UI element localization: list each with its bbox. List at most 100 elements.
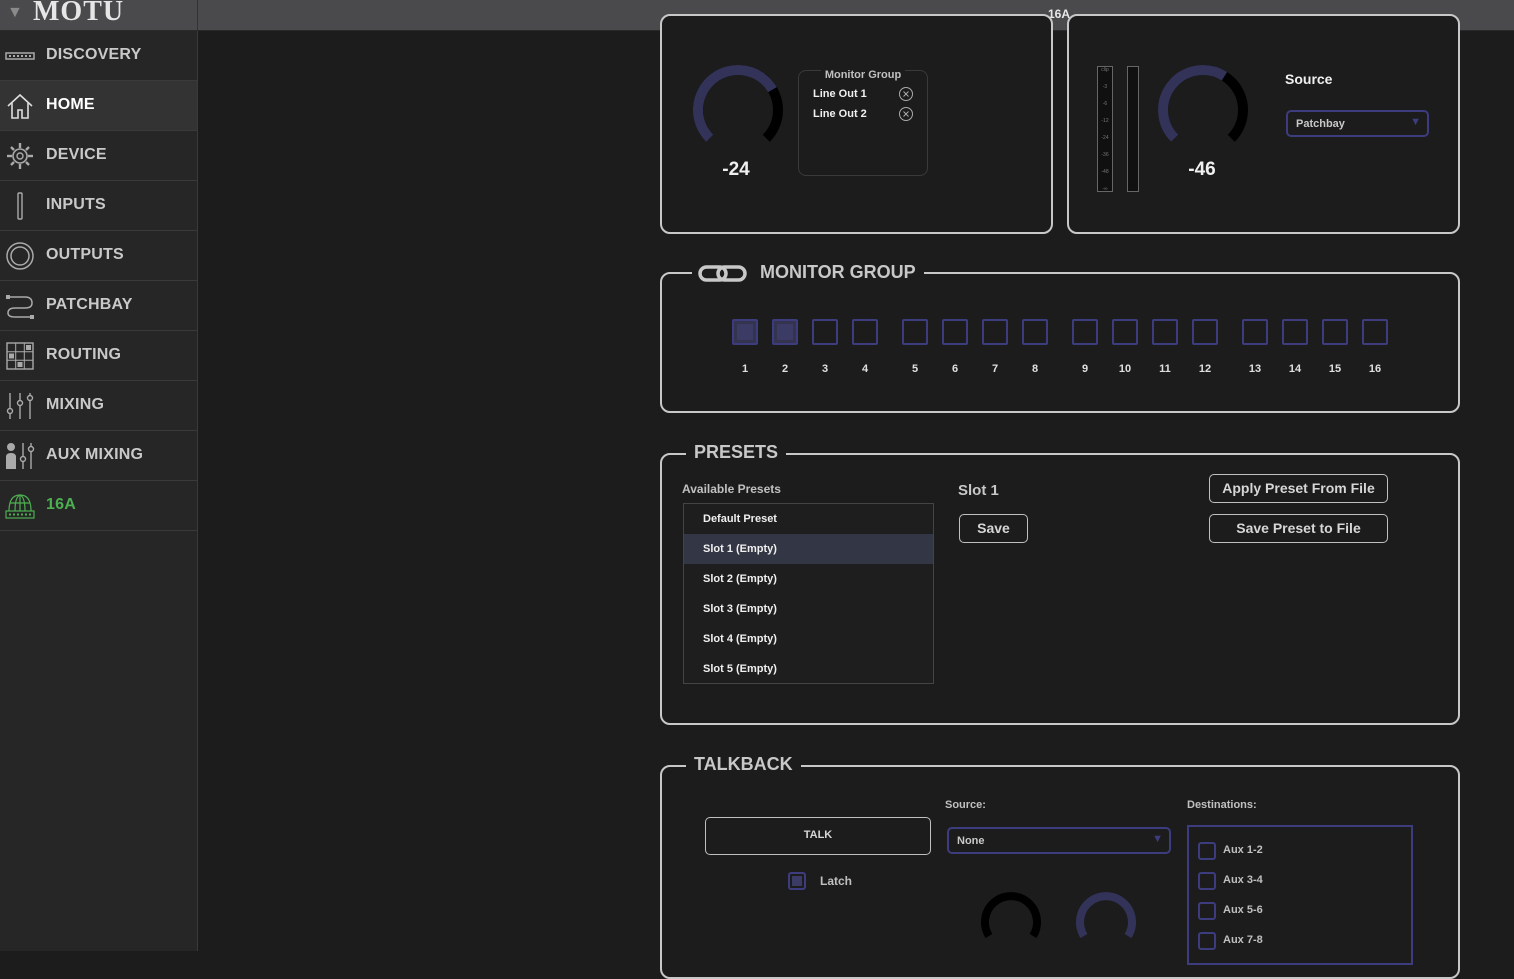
preset-list-item[interactable]: Slot 1 (Empty) xyxy=(684,534,933,564)
monitor-group-panel: MONITOR GROUP 1 2 3 4 5 6 7 8 9 10 11 12 13 14 15 16 xyxy=(660,260,1460,413)
preset-name: Slot 3 (Empty) xyxy=(703,603,777,615)
monitor-group-channel-toggle[interactable] xyxy=(902,319,928,345)
monitor-group-channel-toggle[interactable] xyxy=(732,319,758,345)
talkback-source-dropdown[interactable]: None ▼ xyxy=(947,827,1171,854)
monitor-group-channel-toggle[interactable] xyxy=(1362,319,1388,345)
sidebar-item-patchbay[interactable]: PATCHBAY xyxy=(0,281,197,331)
mixing-icon xyxy=(6,393,34,419)
monitor-group-channel-number: 9 xyxy=(1081,363,1089,375)
monitor-group-channel-toggle[interactable] xyxy=(1282,319,1308,345)
meter-tick-label: -12 xyxy=(1101,118,1109,124)
monitor-group-channel-number: 6 xyxy=(951,363,959,375)
level-meter-bar xyxy=(1127,66,1139,192)
sidebar-item-routing[interactable]: ROUTING xyxy=(0,331,197,381)
monitor-group-channel-toggle[interactable] xyxy=(1072,319,1098,345)
monitor-group-channel-toggle[interactable] xyxy=(1242,319,1268,345)
destination-checkbox[interactable] xyxy=(1198,932,1216,950)
outputs-icon xyxy=(6,242,34,270)
remove-x-circle-icon[interactable] xyxy=(898,106,914,122)
monitor-group-channel-toggle[interactable] xyxy=(1022,319,1048,345)
apply-preset-from-file-button[interactable]: Apply Preset From File xyxy=(1209,474,1388,503)
monitor-group-member: Line Out 1 xyxy=(813,88,867,100)
preset-list-item[interactable]: Slot 2 (Empty) xyxy=(684,564,933,594)
destination-label: Aux 5-6 xyxy=(1223,904,1263,916)
sidebar-item-aux-mixing[interactable]: AUX MIXING xyxy=(0,431,197,481)
input-knob-value: -46 xyxy=(1188,159,1216,180)
meter-tick-label: -24 xyxy=(1101,135,1109,141)
input-level-panel: clip -3 -6 -12 -24 -36 -48 -∞ -46 Source Patchb… xyxy=(1067,14,1460,234)
preset-name: Slot 2 (Empty) xyxy=(703,573,777,585)
preset-list-item[interactable]: Slot 4 (Empty) xyxy=(684,624,933,654)
output-knob[interactable] xyxy=(688,62,788,148)
meter-tick-label: -∞ xyxy=(1102,186,1108,192)
destination-label: Aux 7-8 xyxy=(1223,934,1263,946)
aux-mixing-icon xyxy=(6,443,35,469)
monitor-group-channel-number: 15 xyxy=(1328,363,1342,375)
preset-list-item[interactable]: Default Preset xyxy=(684,504,933,534)
talk-button[interactable]: TALK xyxy=(705,817,931,855)
listenback-level-knob[interactable] xyxy=(1071,888,1141,958)
destination-checkbox[interactable] xyxy=(1198,872,1216,890)
output-level-panel: -24 Monitor Group Line Out 1 Line Out 2 xyxy=(660,14,1053,234)
sidebar-item-label: INPUTS xyxy=(46,196,106,213)
sidebar: DISCOVERY HOME DEVICE INPUTS OUTPUTS PAT… xyxy=(0,31,198,951)
monitor-group-channel-toggle[interactable] xyxy=(1152,319,1178,345)
monitor-group-channel-number: 2 xyxy=(781,363,789,375)
remove-x-circle-icon[interactable] xyxy=(898,86,914,102)
monitor-group-channel-toggle[interactable] xyxy=(1322,319,1348,345)
network-device-icon xyxy=(5,494,35,519)
monitor-group-channel-toggle[interactable] xyxy=(1192,319,1218,345)
preset-name: Slot 4 (Empty) xyxy=(703,633,777,645)
preset-list-item[interactable]: Slot 5 (Empty) xyxy=(684,654,933,684)
routing-icon xyxy=(6,342,34,370)
talkback-level-knob[interactable] xyxy=(976,888,1046,958)
available-presets-label: Available Presets xyxy=(682,482,781,496)
preset-list-item[interactable]: Slot 3 (Empty) xyxy=(684,594,933,624)
monitor-group-box-title: Monitor Group xyxy=(799,69,927,81)
preset-name: Slot 5 (Empty) xyxy=(703,663,777,675)
sidebar-item-mixing[interactable]: MIXING xyxy=(0,381,197,431)
monitor-group-channel-number: 11 xyxy=(1159,363,1171,375)
sidebar-item-discovery[interactable]: DISCOVERY xyxy=(0,31,197,81)
destination-checkbox[interactable] xyxy=(1198,842,1216,860)
knob-level-arc xyxy=(692,64,777,142)
source-label: Source xyxy=(1285,71,1333,87)
sidebar-item-label: 16A xyxy=(46,496,76,513)
monitor-group-box: Monitor Group Line Out 1 Line Out 2 xyxy=(798,69,928,176)
monitor-group-channel-number: 16 xyxy=(1368,363,1382,375)
latch-checkbox[interactable] xyxy=(788,872,806,890)
sidebar-item-device[interactable]: DEVICE xyxy=(0,131,197,181)
monitor-group-channel-number: 3 xyxy=(821,363,829,375)
monitor-group-channel-toggle[interactable] xyxy=(942,319,968,345)
sidebar-item-outputs[interactable]: OUTPUTS xyxy=(0,231,197,281)
sidebar-item-home[interactable]: HOME xyxy=(0,81,197,131)
monitor-group-channel-toggle[interactable] xyxy=(772,319,798,345)
monitor-group-channel-number: 12 xyxy=(1198,363,1212,375)
monitor-group-channel-number: 14 xyxy=(1288,363,1302,375)
talkback-source-label: Source: xyxy=(945,799,986,811)
monitor-group-channel-toggle[interactable] xyxy=(982,319,1008,345)
sidebar-item-label: AUX MIXING xyxy=(46,446,144,463)
meter-tick-label: -3 xyxy=(1102,84,1108,90)
destination-label: Aux 3-4 xyxy=(1223,874,1263,886)
sidebar-item-inputs[interactable]: INPUTS xyxy=(0,181,197,231)
save-button[interactable]: Save xyxy=(959,514,1028,543)
chevron-down-icon: ▼ xyxy=(1410,116,1421,128)
save-preset-to-file-button[interactable]: Save Preset to File xyxy=(1209,514,1388,543)
source-dropdown[interactable]: Patchbay ▼ xyxy=(1286,110,1429,137)
monitor-group-channel-toggle[interactable] xyxy=(812,319,838,345)
link-icon xyxy=(698,265,747,282)
monitor-group-channel-toggle[interactable] xyxy=(852,319,878,345)
monitor-group-channel-number: 1 xyxy=(741,363,749,375)
monitor-group-header: MONITOR GROUP xyxy=(692,260,924,286)
destination-checkbox[interactable] xyxy=(1198,902,1216,920)
monitor-group-channel-toggle[interactable] xyxy=(1112,319,1138,345)
destination-label: Aux 1-2 xyxy=(1223,844,1263,856)
monitor-group-channel-number: 4 xyxy=(861,363,869,375)
meter-tick-label: clip xyxy=(1101,67,1109,73)
input-knob[interactable] xyxy=(1153,62,1253,148)
level-meter: clip -3 -6 -12 -24 -36 -48 -∞ xyxy=(1097,66,1113,192)
destinations-list: Aux 1-2 Aux 3-4 Aux 5-6 Aux 7-8 xyxy=(1187,825,1413,965)
gear-icon xyxy=(7,143,33,169)
sidebar-item-16a[interactable]: 16A xyxy=(0,481,197,531)
